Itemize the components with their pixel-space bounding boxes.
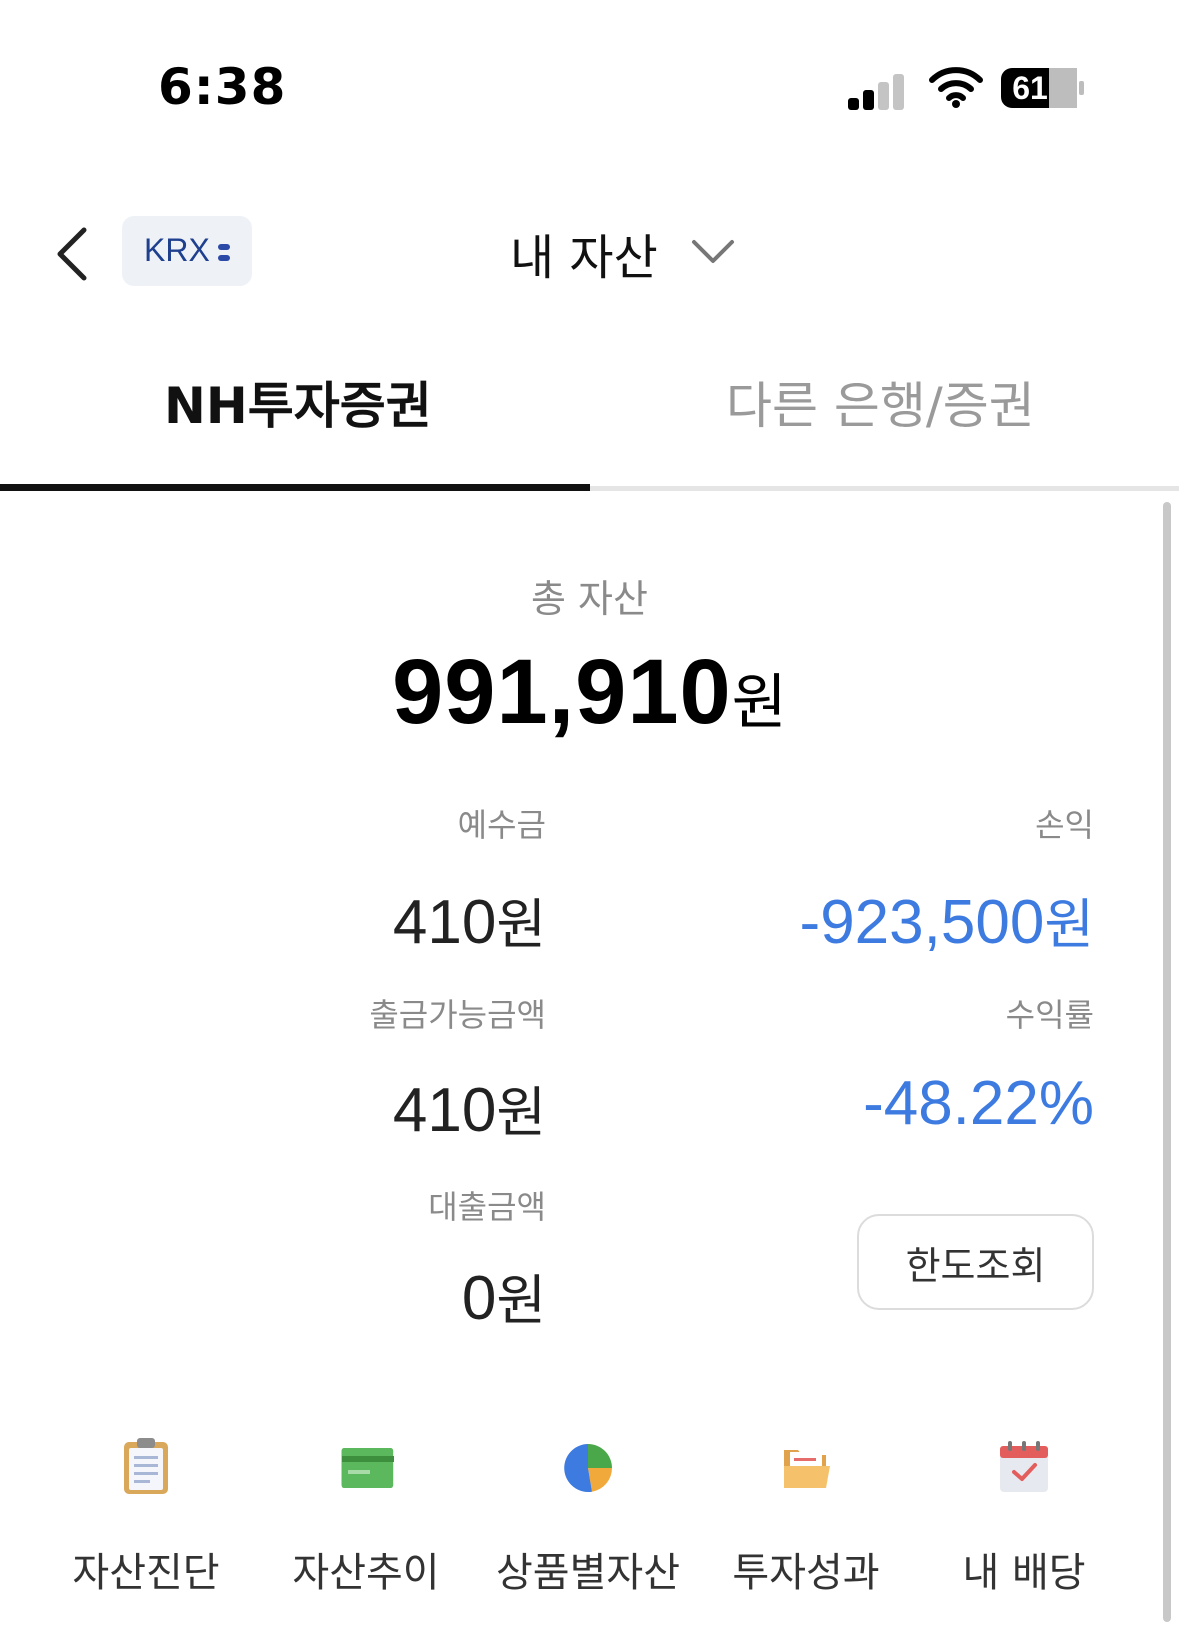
folder-icon xyxy=(784,1450,830,1488)
chevron-down-icon[interactable] xyxy=(690,236,736,266)
menu-assets-by-product[interactable]: 상품별자산 xyxy=(488,1436,688,1596)
menu-my-dividend[interactable]: 내 배당 xyxy=(924,1436,1124,1596)
tab-nh-securities[interactable]: NH투자증권 xyxy=(164,366,432,438)
calendar-icon xyxy=(1000,1441,1048,1492)
menu-label-investment-performance: 투자성과 xyxy=(732,1550,880,1596)
return-rate-label: 수익률 xyxy=(1005,996,1094,1034)
deposit-label: 예수금 xyxy=(457,806,546,844)
deposit-amount: 410 xyxy=(392,888,497,957)
total-assets-amount: 991,910 xyxy=(392,641,732,743)
menu-label-asset-diagnosis: 자산진단 xyxy=(72,1550,220,1596)
loan-unit: 원 xyxy=(496,1269,546,1332)
clipboard-icon xyxy=(124,1438,168,1494)
toggle-icon-line xyxy=(218,255,230,261)
loan-amount: 0 xyxy=(461,1264,497,1333)
battery-level: 61 xyxy=(1012,70,1048,106)
profit-label: 손익 xyxy=(1035,806,1094,844)
profit-unit: 원 xyxy=(1044,893,1094,956)
loan-value: 0원 xyxy=(462,1256,546,1335)
tab-other-banks[interactable]: 다른 은행/증권 xyxy=(726,366,1035,438)
exchange-badge[interactable]: KRX xyxy=(122,216,252,286)
loan-label: 대출금액 xyxy=(428,1188,546,1226)
limit-inquiry-button[interactable]: 한도조회 xyxy=(857,1214,1094,1310)
withdrawable-unit: 원 xyxy=(496,1081,546,1144)
withdrawable-value: 410원 xyxy=(393,1068,546,1147)
menu-asset-trend[interactable]: 자산추이 xyxy=(266,1436,466,1596)
deposit-value: 410원 xyxy=(393,880,546,959)
profit-amount: -923,500 xyxy=(799,888,1045,957)
back-button[interactable] xyxy=(52,224,92,284)
wifi-icon xyxy=(929,67,983,108)
exchange-badge-label: KRX xyxy=(144,232,210,268)
status-time: 6:38 xyxy=(158,58,287,116)
profit-value: -923,500원 xyxy=(800,880,1094,959)
return-rate-value: -48.22% xyxy=(863,1069,1094,1138)
tab-active-indicator xyxy=(0,484,590,491)
menu-label-my-dividend: 내 배당 xyxy=(962,1550,1086,1596)
total-assets-unit: 원 xyxy=(731,668,787,738)
total-assets-label: 총 자산 xyxy=(531,577,648,621)
page-title[interactable]: 내 자산 xyxy=(510,218,658,288)
menu-investment-performance[interactable]: 투자성과 xyxy=(706,1436,906,1596)
toggle-icon xyxy=(218,244,230,250)
pie-chart-icon xyxy=(564,1444,612,1492)
menu-label-assets-by-product: 상품별자산 xyxy=(496,1550,680,1596)
menu-label-asset-trend: 자산추이 xyxy=(292,1550,440,1596)
cellular-signal-icon xyxy=(848,70,908,110)
battery-icon: 61 xyxy=(1000,66,1086,110)
deposit-unit: 원 xyxy=(496,893,546,956)
card-icon xyxy=(341,1448,394,1488)
withdrawable-amount: 410 xyxy=(392,1076,497,1145)
withdrawable-label: 출금가능금액 xyxy=(369,996,546,1034)
total-assets-value: 991,910원 xyxy=(0,640,1179,745)
menu-asset-diagnosis[interactable]: 자산진단 xyxy=(46,1436,246,1596)
